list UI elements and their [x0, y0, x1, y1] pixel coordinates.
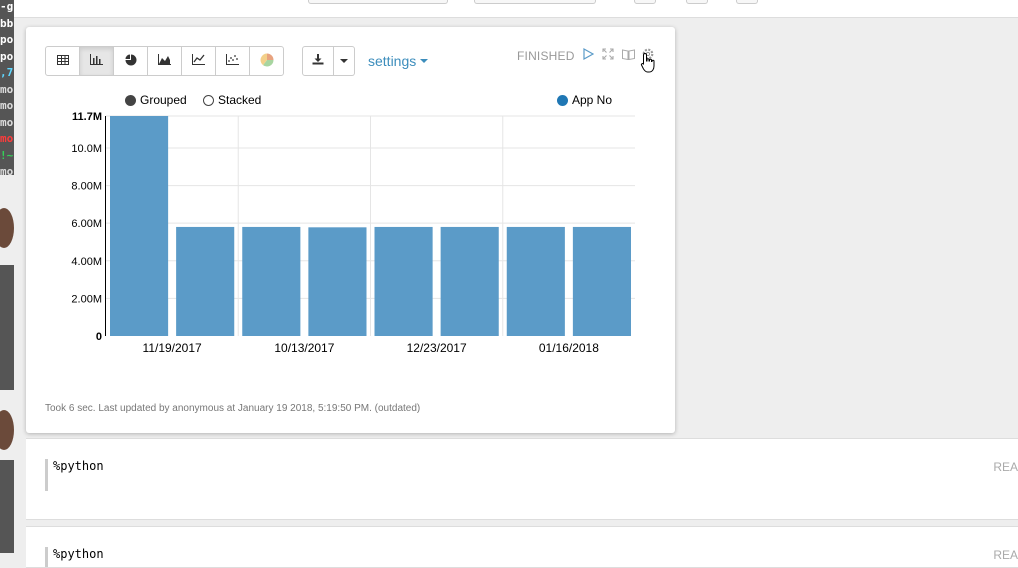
bar	[308, 227, 367, 336]
y-tick-label: 2.00M	[71, 293, 102, 305]
y-tick-label: 6.00M	[71, 218, 102, 230]
previous-paragraph-edge	[14, 0, 1018, 18]
terminal-line: !~	[0, 148, 14, 162]
terminal-line: mo	[0, 99, 14, 112]
bar	[176, 226, 235, 336]
previous-paragraph-toolbar[interactable]	[474, 0, 596, 4]
bar	[110, 116, 169, 336]
previous-paragraph-button[interactable]	[686, 0, 708, 4]
terminal-line: mo	[0, 115, 14, 129]
x-tick-label: 01/16/2018	[539, 341, 599, 355]
paragraph-status: REA	[993, 548, 1018, 562]
code-editor[interactable]: %python	[53, 459, 104, 473]
terminal-line: po	[0, 33, 14, 46]
previous-paragraph-toolbar[interactable]	[308, 0, 448, 4]
editor-gutter	[45, 459, 48, 491]
python-paragraph[interactable]: %python REA	[26, 438, 1018, 520]
python-paragraph[interactable]: %python REA	[26, 526, 1018, 568]
terminal-line: bb	[0, 16, 14, 30]
y-tick-label: 4.00M	[71, 256, 102, 268]
terminal-line: mo	[0, 132, 14, 145]
bar	[374, 226, 433, 336]
y-tick-label: 10.0M	[71, 143, 102, 155]
paragraph-status: REA	[993, 460, 1018, 474]
paragraph-card: settings FINISHED Grouped Stacked App No…	[26, 27, 675, 433]
terminal-window-edge: -g bb po po ,7 mo mo mo mo !~ mo	[0, 0, 14, 553]
bar	[242, 226, 301, 336]
y-tick-label: 8.00M	[71, 181, 102, 193]
y-tick-label: 11.7M	[72, 111, 102, 123]
previous-paragraph-button[interactable]	[736, 0, 758, 4]
bar	[506, 226, 565, 336]
terminal-line: -g	[0, 0, 14, 13]
x-tick-label: 11/19/2017	[143, 341, 202, 355]
bar-chart: 0 2.00M 4.00M 6.00M 8.00M 10.0M 11.7M 11/19/201…	[71, 111, 635, 355]
bar	[572, 226, 631, 336]
paragraph-footer: Took 6 sec. Last updated by anonymous at…	[45, 403, 421, 414]
terminal-line: ,7	[0, 66, 14, 79]
editor-gutter	[45, 547, 48, 567]
previous-paragraph-button[interactable]	[634, 0, 656, 4]
x-tick-label: 12/23/2017	[407, 341, 467, 355]
y-tick-label: 0	[96, 331, 102, 343]
terminal-line: mo	[0, 82, 14, 96]
bar	[440, 226, 499, 336]
code-editor[interactable]: %python	[53, 547, 104, 561]
x-tick-label: 10/13/2017	[274, 341, 334, 355]
hand-cursor-icon	[640, 52, 655, 73]
terminal-line: po	[0, 49, 14, 63]
